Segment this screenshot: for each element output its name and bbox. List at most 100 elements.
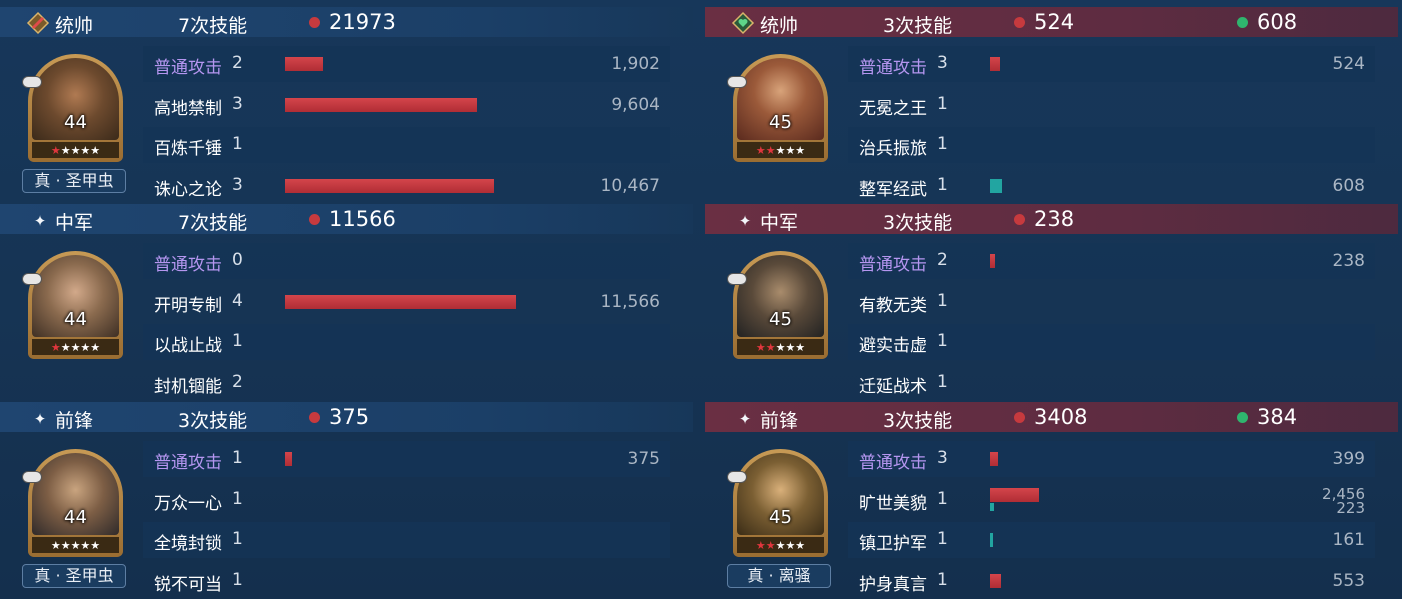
hero-portrait[interactable]: 45 ★ ★ ★★★ [727,54,828,162]
skill-cast-count: 1 [937,331,948,351]
section-header: ✦ 前锋 3次技能 375 [0,402,693,432]
skill-name: 普通攻击 [154,255,222,275]
skill-cast-count: 1 [232,529,243,549]
position-label: 统帅 [760,15,799,37]
hero-portrait[interactable]: 44 ★★★★★ [22,251,123,359]
hero-portrait[interactable]: 45 ★ ★ ★★★ [727,449,828,557]
skill-count: 3次技能 [883,410,953,432]
damage-dot-icon [1014,17,1025,28]
skill-cast-count: 3 [937,448,948,468]
skill-value: 9,604 [611,95,660,115]
hero-section: ✦ 中军 3次技能 238 45 ★ ★ ★★★ 普通攻击 2 238 有教无类 1 避实击虚 1 迁延战术 1 [705,204,1398,402]
skill-damage-bar [285,452,292,466]
skill-name: 普通攻击 [859,58,927,78]
skill-row: 普通攻击 2 1,902 [143,46,670,82]
skill-row: 普通攻击 1 375 [143,441,670,477]
skill-cast-count: 1 [937,489,948,509]
star-rating: ★★★★★ [737,537,824,553]
hero-section: ✦ 中军 7次技能 11566 44 ★ ★★★★ 普通攻击 0 开明专制 4 11,566 以战止战 1… [0,204,693,402]
skill-value: 11,566 [600,292,660,312]
damage-dot-icon [309,17,320,28]
heal-total: 608 [1257,10,1298,34]
hero-portrait[interactable]: 45 ★ ★ ★★★ [727,251,828,359]
skill-count: 7次技能 [178,212,248,234]
skill-row: 无冕之王 1 [848,87,1375,123]
lock-icon [727,76,747,88]
skill-value: 608 [1332,176,1365,196]
skill-damage-bar [990,254,995,268]
hero-level: 45 [769,309,792,330]
heal-total: 384 [1257,405,1298,429]
skill-damage-bar [990,452,998,466]
skill-row: 整军经武 1 608 [848,168,1375,204]
skill-cast-count: 1 [232,331,243,351]
hero-level: 44 [64,309,87,330]
skill-row: 万众一心 1 [143,482,670,518]
skill-damage-bar [285,179,494,193]
skill-row: 护身真言 1 553 [848,563,1375,599]
skill-row: 全境封锁 1 [143,522,670,558]
skill-cast-count: 1 [937,175,948,195]
skill-value: 1,902 [611,54,660,74]
skill-row: 诛心之论 3 10,467 [143,168,670,204]
damage-total: 238 [1034,207,1075,231]
skill-value: 553 [1332,571,1365,591]
position-label: 中军 [55,212,94,234]
damage-total: 524 [1034,10,1075,34]
section-header: ✦ 前锋 3次技能 3408 384 [705,402,1398,432]
hero-section: 统帅 3次技能 524 608 45 ★ ★ ★★★ 普通攻击 3 524 无冕之王 1 治兵振旅 1 整军经… [705,7,1398,205]
skill-value: 375 [627,449,660,469]
damage-total: 11566 [329,207,396,231]
position-label: 前锋 [55,410,94,432]
skill-count: 3次技能 [883,15,953,37]
spark-icon: ✦ [33,212,47,230]
skill-name: 普通攻击 [154,58,222,78]
skill-name: 开明专制 [154,296,222,316]
skill-value: 524 [1332,54,1365,74]
skill-name: 有教无类 [859,296,927,316]
sword-banner-icon [26,11,50,35]
lock-icon [22,273,42,285]
skill-row: 高地禁制 3 9,604 [143,87,670,123]
hero-level: 44 [64,507,87,528]
skill-name: 避实击虚 [859,336,927,356]
skill-cast-count: 3 [232,94,243,114]
skill-count: 3次技能 [178,410,248,432]
skill-count: 7次技能 [178,15,248,37]
section-header: ✦ 中军 3次技能 238 [705,204,1398,234]
skill-cast-count: 1 [232,134,243,154]
skill-cast-count: 1 [937,570,948,590]
skill-name: 诛心之论 [154,180,222,200]
heart-shield-icon [731,11,755,35]
skill-value: 238 [1332,251,1365,271]
skill-name: 旷世美貌 [859,494,927,514]
skill-name: 无冕之王 [859,99,927,119]
skill-value: 10,467 [600,176,660,196]
heal-dot-icon [1237,17,1248,28]
hero-badge: 真 · 离骚 [727,564,831,588]
skill-name: 普通攻击 [859,255,927,275]
skill-heal-bar [990,503,994,511]
skill-name: 治兵振旅 [859,139,927,159]
star-rating: ★★★★★ [32,339,119,355]
hero-portrait[interactable]: 44 ★★★★★ [22,449,123,557]
skill-name: 镇卫护军 [859,534,927,554]
damage-total: 3408 [1034,405,1088,429]
skill-row: 治兵振旅 1 [848,127,1375,163]
star-rating: ★★★★★ [737,339,824,355]
damage-dot-icon [1014,412,1025,423]
lock-icon [22,76,42,88]
left-team-panel: 统帅 7次技能 21973 44 ★ ★★★★ 真 · 圣甲虫 普通攻击 2 1,902 高地禁制 3… [0,0,693,599]
skill-row: 普通攻击 3 524 [848,46,1375,82]
skill-cast-count: 1 [937,291,948,311]
hero-section: ✦ 前锋 3次技能 375 44 ★★★★★ 真 · 圣甲虫 普通攻击 1 375 万众一心 1 全境封… [0,402,693,599]
skill-cast-count: 1 [937,94,948,114]
hero-badge: 真 · 圣甲虫 [22,564,126,588]
lock-icon [22,471,42,483]
hero-portrait[interactable]: 44 ★★★★★ [22,54,123,162]
star-rating: ★★★★★ [32,142,119,158]
spark-icon: ✦ [738,212,752,230]
skill-row: 镇卫护军 1 161 [848,522,1375,558]
skill-damage-bar [990,574,1001,588]
damage-dot-icon [309,214,320,225]
